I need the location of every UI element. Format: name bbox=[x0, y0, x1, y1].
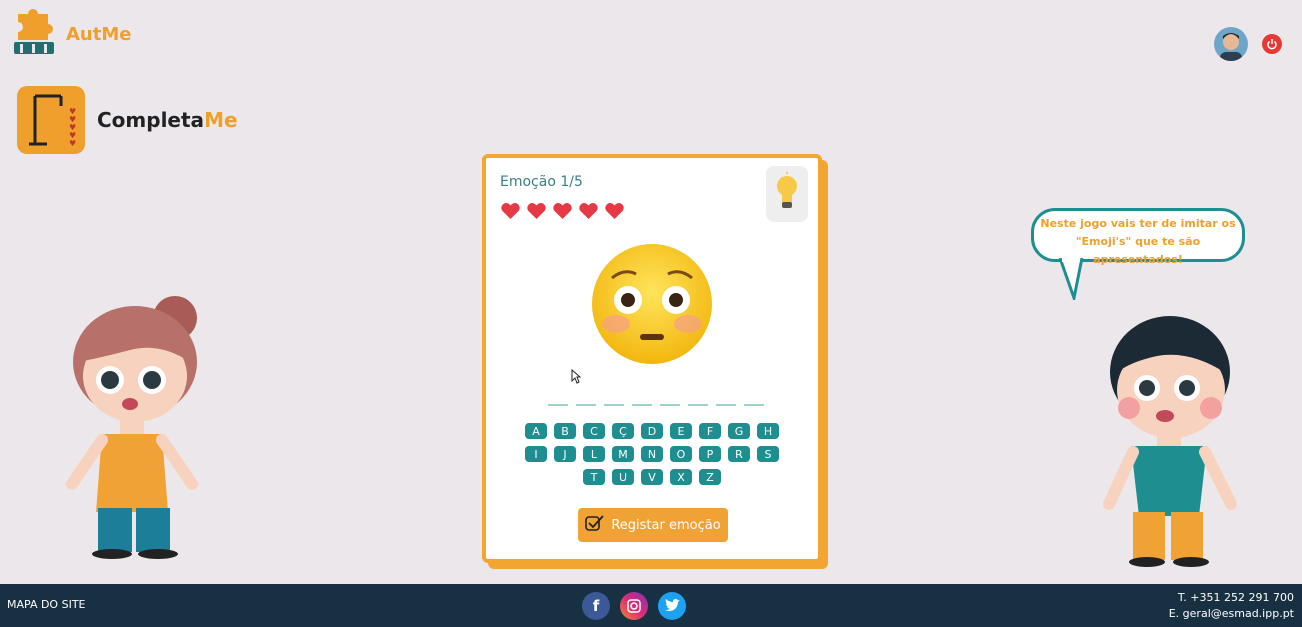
letter-key-z[interactable]: Z bbox=[699, 469, 721, 485]
puzzle-logo-icon bbox=[12, 8, 56, 60]
letter-key-c[interactable]: C bbox=[583, 423, 605, 439]
letter-key-n[interactable]: N bbox=[641, 446, 663, 462]
letter-key-ç[interactable]: Ç bbox=[612, 423, 634, 439]
heart-icon bbox=[553, 203, 572, 219]
girl-character bbox=[66, 296, 198, 559]
keyboard-row: TUVXZ bbox=[583, 469, 721, 485]
sitemap-link[interactable]: MAPA DO SITE bbox=[7, 598, 86, 611]
letter-key-i[interactable]: I bbox=[525, 446, 547, 462]
heart-icon bbox=[527, 203, 546, 219]
letter-key-m[interactable]: M bbox=[612, 446, 634, 462]
instagram-icon[interactable] bbox=[620, 592, 648, 620]
contact-email: E. geral@esmad.ipp.pt bbox=[1168, 607, 1294, 620]
letter-blank bbox=[548, 402, 568, 406]
logout-button[interactable] bbox=[1262, 34, 1282, 54]
letter-key-x[interactable]: X bbox=[670, 469, 692, 485]
letter-keyboard: ABCÇDEFGH IJLMNOPRS TUVXZ bbox=[486, 423, 818, 485]
lives bbox=[500, 202, 625, 220]
letter-key-b[interactable]: B bbox=[554, 423, 576, 439]
heart-icon bbox=[501, 203, 520, 219]
twitter-icon[interactable] bbox=[658, 592, 686, 620]
social-links: f bbox=[582, 592, 686, 620]
hangman-icon: ♥ ♥ ♥ ♥ ♥ bbox=[17, 86, 85, 154]
heart-icon bbox=[579, 203, 598, 219]
letter-blank bbox=[632, 402, 652, 406]
letter-key-l[interactable]: L bbox=[583, 446, 605, 462]
speech-bubble-tail bbox=[1058, 258, 1084, 300]
contact-info: T. +351 252 291 700 E. geral@esmad.ipp.p… bbox=[1169, 590, 1294, 622]
letter-key-u[interactable]: U bbox=[612, 469, 634, 485]
footer: MAPA DO SITE f T. +351 252 291 700 E. ge… bbox=[0, 584, 1302, 627]
letter-key-t[interactable]: T bbox=[583, 469, 605, 485]
contact-phone: T. +351 252 291 700 bbox=[1177, 591, 1294, 604]
avatar[interactable] bbox=[1214, 27, 1248, 61]
emotion-counter: Emoção 1/5 bbox=[500, 174, 583, 190]
letter-key-p[interactable]: P bbox=[699, 446, 721, 462]
letter-key-e[interactable]: E bbox=[670, 423, 692, 439]
letter-key-r[interactable]: R bbox=[728, 446, 750, 462]
letter-blank bbox=[604, 402, 624, 406]
boy-character bbox=[1103, 316, 1237, 567]
letter-key-o[interactable]: O bbox=[670, 446, 692, 462]
game-card: Emoção 1/5 A B C Ç D E F G H I J L M N O… bbox=[482, 154, 822, 563]
keyboard-row: ABCÇDEFGH bbox=[525, 423, 779, 439]
register-emotion-button[interactable]: Registar emoção bbox=[578, 508, 728, 542]
keyboard-row: IJLMNOPRS bbox=[525, 446, 779, 462]
letter-key-a[interactable]: A bbox=[525, 423, 547, 439]
lightbulb-icon bbox=[773, 172, 801, 216]
game-logo: ♥ ♥ ♥ ♥ ♥ CompletaMe bbox=[17, 86, 238, 154]
letter-key-j[interactable]: J bbox=[554, 446, 576, 462]
letter-key-f[interactable]: F bbox=[699, 423, 721, 439]
game-title: CompletaMe bbox=[97, 108, 238, 132]
brand-name: AutMe bbox=[66, 23, 132, 45]
letter-key-d[interactable]: D bbox=[641, 423, 663, 439]
flushed-face-emoji bbox=[590, 242, 714, 370]
mouse-cursor-icon bbox=[571, 368, 582, 388]
letter-blank bbox=[660, 402, 680, 406]
letter-blank bbox=[716, 402, 736, 406]
power-icon bbox=[1266, 35, 1278, 54]
letter-key-v[interactable]: V bbox=[641, 469, 663, 485]
letter-blank bbox=[744, 402, 764, 406]
hint-button[interactable] bbox=[766, 166, 808, 222]
speech-bubble: Neste jogo vais ter de imitar os "Emoji'… bbox=[1031, 208, 1245, 266]
letter-blank bbox=[688, 402, 708, 406]
letter-key-h[interactable]: H bbox=[757, 423, 779, 439]
letter-blank bbox=[576, 402, 596, 406]
word-blanks bbox=[548, 402, 764, 406]
letter-key-s[interactable]: S bbox=[757, 446, 779, 462]
register-emotion-label: Registar emoção bbox=[611, 517, 721, 533]
checkmark-icon bbox=[585, 514, 605, 536]
heart-icon bbox=[605, 203, 624, 219]
svg-text:♥: ♥ bbox=[69, 139, 76, 148]
speech-line-1: Neste jogo vais ter de imitar os bbox=[1040, 217, 1236, 230]
brand-logo[interactable]: AutMe bbox=[12, 8, 131, 60]
letter-key-g[interactable]: G bbox=[728, 423, 750, 439]
user-controls bbox=[1214, 27, 1282, 61]
facebook-icon[interactable]: f bbox=[582, 592, 610, 620]
